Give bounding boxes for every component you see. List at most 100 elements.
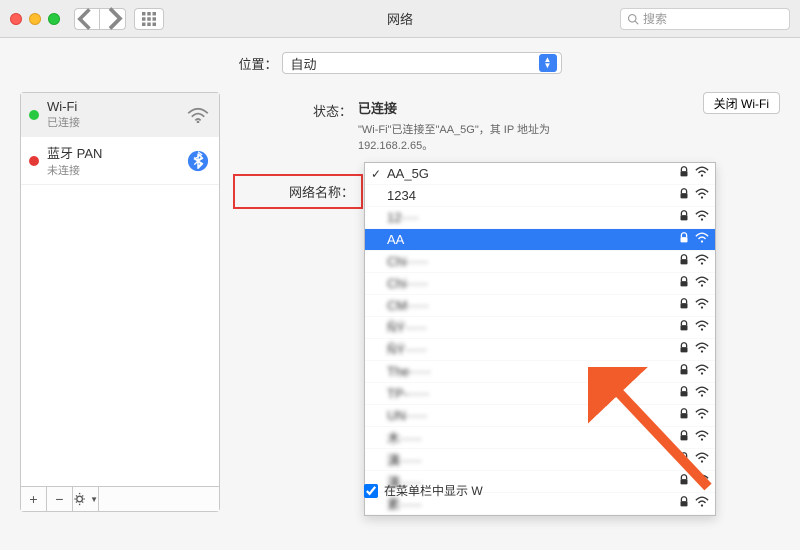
lock-icon	[677, 165, 691, 182]
network-option[interactable]: 1234	[365, 185, 715, 207]
sidebar-service-wifi[interactable]: Wi-Fi已连接	[21, 93, 219, 137]
turn-off-wifi-button[interactable]: 关闭 Wi-Fi	[703, 92, 780, 114]
location-select[interactable]: 自动 ▲▼	[282, 52, 562, 74]
lock-icon	[677, 187, 691, 204]
select-stepper-icon: ▲▼	[539, 54, 557, 72]
location-value: 自动	[291, 54, 317, 73]
wifi-signal-icon	[695, 319, 709, 336]
lock-icon	[677, 341, 691, 358]
wifi-signal-icon	[695, 473, 709, 490]
network-name: 演·····	[387, 450, 677, 469]
service-name: Wi-Fi	[47, 99, 177, 114]
wifi-signal-icon	[695, 429, 709, 446]
network-option[interactable]: 木·····	[365, 427, 715, 449]
network-option[interactable]: 演·····	[365, 449, 715, 471]
bluetooth-icon	[187, 150, 209, 172]
status-label: 状态：	[238, 98, 358, 120]
lock-icon	[677, 363, 691, 380]
services-sidebar: Wi-Fi已连接蓝牙 PAN未连接 + − ▼	[20, 92, 220, 512]
service-status: 已连接	[47, 114, 177, 130]
wifi-signal-icon	[695, 451, 709, 468]
network-option[interactable]: TP-·····	[365, 383, 715, 405]
show-all-button[interactable]	[134, 8, 164, 30]
lock-icon	[677, 275, 691, 292]
lock-icon	[677, 473, 691, 490]
search-placeholder: 搜索	[643, 10, 667, 27]
network-option[interactable]: UN·····	[365, 405, 715, 427]
network-name: 12····	[387, 210, 677, 225]
network-name: The·····	[387, 364, 677, 379]
wifi-signal-icon	[695, 253, 709, 270]
wifi-signal-icon	[695, 297, 709, 314]
network-name: CM·····	[387, 298, 677, 313]
network-option[interactable]: Chi·····	[365, 273, 715, 295]
wifi-signal-icon	[695, 385, 709, 402]
status-dot	[29, 110, 39, 120]
wifi-signal-icon	[695, 363, 709, 380]
service-name: 蓝牙 PAN	[47, 143, 177, 162]
forward-button[interactable]	[100, 8, 126, 30]
network-name: Chi·····	[387, 276, 677, 291]
network-name: UN·····	[387, 408, 677, 423]
wifi-signal-icon	[695, 209, 709, 226]
grid-icon	[142, 12, 156, 26]
network-name: 1234	[387, 188, 677, 203]
network-option[interactable]: Chi·····	[365, 251, 715, 273]
wifi-signal-icon	[695, 165, 709, 182]
wifi-signal-icon	[695, 495, 709, 512]
wifi-icon	[187, 107, 209, 123]
network-name: Chi·····	[387, 254, 677, 269]
show-in-menubar-row: 在菜单栏中显示 W	[364, 482, 483, 499]
search-icon	[627, 13, 639, 25]
wifi-signal-icon	[695, 407, 709, 424]
sidebar-footer: + − ▼	[21, 486, 219, 511]
lock-icon	[677, 451, 691, 468]
lock-icon	[677, 297, 691, 314]
wifi-signal-icon	[695, 275, 709, 292]
service-options-button[interactable]: ▼	[73, 487, 99, 511]
lock-icon	[677, 495, 691, 512]
status-value: 已连接	[358, 98, 598, 117]
network-name: ÑÝ·····	[387, 342, 677, 357]
status-dot	[29, 156, 39, 166]
network-option[interactable]: The·····	[365, 361, 715, 383]
location-row: 位置： 自动 ▲▼	[0, 38, 800, 92]
window-titlebar: 网络 搜索	[0, 0, 800, 38]
show-in-menubar-checkbox[interactable]	[364, 484, 378, 498]
window-title: 网络	[387, 9, 413, 28]
network-name: AA	[387, 232, 677, 247]
network-name-dropdown[interactable]: ✓AA_5G 1234 12···· AA Chi····· Chi····· CM····…	[364, 162, 716, 516]
add-service-button[interactable]: +	[21, 487, 47, 511]
status-description: "Wi-Fi"已连接至"AA_5G"，其 IP 地址为 192.168.2.65…	[358, 121, 598, 153]
network-option[interactable]: ÑÝ·····	[365, 339, 715, 361]
location-label: 位置：	[238, 54, 277, 73]
network-option[interactable]: AA	[365, 229, 715, 251]
zoom-window-button[interactable]	[48, 13, 60, 25]
network-name: AA_5G	[387, 166, 677, 181]
lock-icon	[677, 231, 691, 248]
network-option[interactable]: ✓AA_5G	[365, 163, 715, 185]
wifi-signal-icon	[695, 231, 709, 248]
search-input[interactable]: 搜索	[620, 8, 790, 30]
show-in-menubar-label: 在菜单栏中显示 W	[384, 482, 483, 499]
lock-icon	[677, 385, 691, 402]
network-option[interactable]: 12····	[365, 207, 715, 229]
lock-icon	[677, 209, 691, 226]
lock-icon	[677, 253, 691, 270]
minimize-window-button[interactable]	[29, 13, 41, 25]
network-name: TP-·····	[387, 386, 677, 401]
traffic-lights	[10, 13, 60, 25]
network-option[interactable]: CM·····	[365, 295, 715, 317]
network-option[interactable]: ÑÝ·····	[365, 317, 715, 339]
back-button[interactable]	[74, 8, 100, 30]
network-name: 木·····	[387, 428, 677, 447]
wifi-signal-icon	[695, 341, 709, 358]
sidebar-service-bluetooth[interactable]: 蓝牙 PAN未连接	[21, 137, 219, 185]
service-status: 未连接	[47, 162, 177, 178]
main-panel: 状态： 已连接 "Wi-Fi"已连接至"AA_5G"，其 IP 地址为 192.…	[238, 92, 780, 512]
lock-icon	[677, 319, 691, 336]
network-name-label: 网络名称：	[238, 179, 358, 204]
close-window-button[interactable]	[10, 13, 22, 25]
remove-service-button[interactable]: −	[47, 487, 73, 511]
lock-icon	[677, 429, 691, 446]
